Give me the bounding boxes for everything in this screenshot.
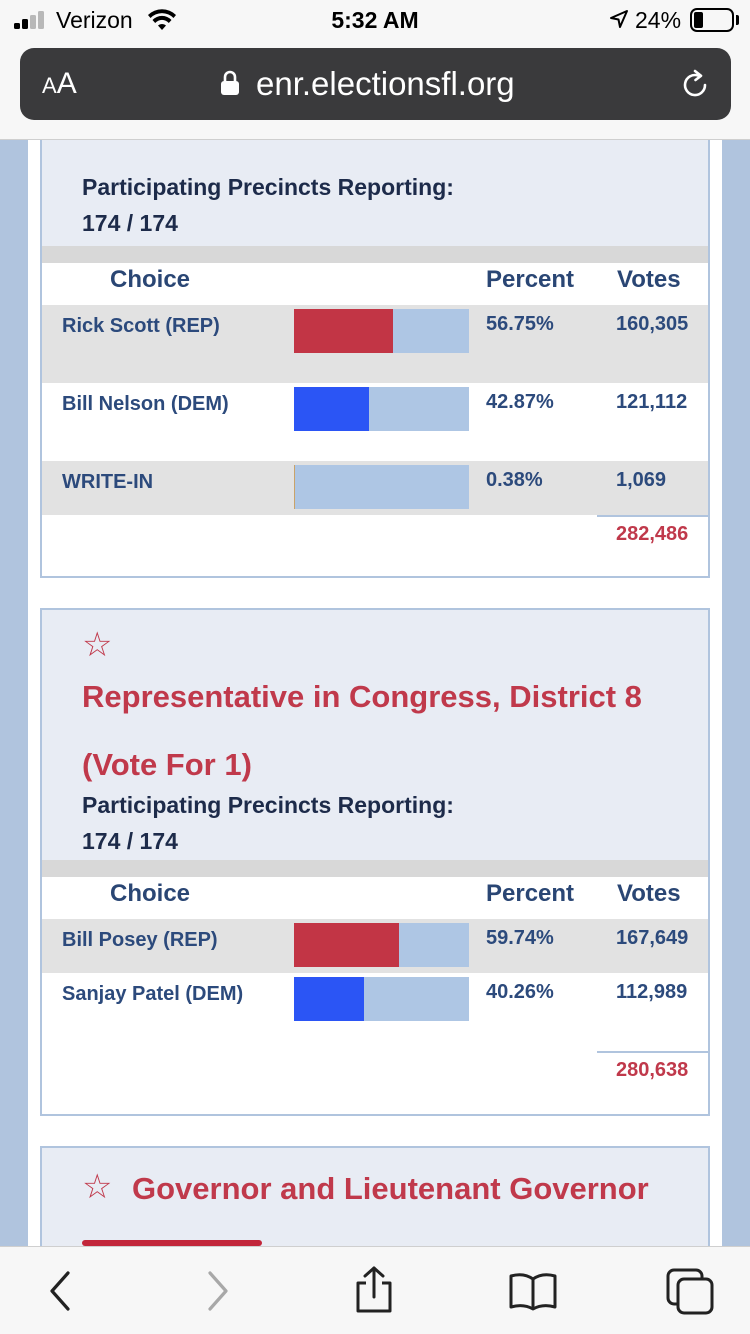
candidate-votes: 160,305 [616,313,689,335]
race-title: Governor and Lieutenant Governor [132,1171,649,1206]
precincts-label: Participating Precincts Reporting: [82,792,454,818]
vote-share-bar [294,309,469,353]
total-divider [597,515,708,517]
url-text[interactable]: enr.electionsfl.org [256,65,515,103]
race-card-us-senate: Participating Precincts Reporting: 174 /… [40,140,710,578]
race-card-governor: ☆ Governor and Lieutenant Governor [40,1146,710,1246]
tabs-icon[interactable] [664,1267,716,1317]
precincts-label: Participating Precincts Reporting: [82,174,454,200]
table-header: Choice Percent Votes [42,263,708,305]
header-votes: Votes [617,266,681,293]
chevron-right-icon[interactable] [200,1269,234,1313]
battery-cap [736,15,739,25]
table-row: Bill Posey (REP) 59.74% 167,649 [42,919,708,973]
star-outline-icon[interactable]: ☆ [82,628,112,662]
race-subtitle: (Vote For 1) [82,747,252,782]
total-row: 280,638 [42,1051,708,1114]
race-card-congress-district-8: ☆ Representative in Congress, District 8… [40,608,710,1116]
candidate-percent: 56.75% [486,313,554,335]
chevron-left-icon[interactable] [44,1269,78,1313]
candidate-name: Rick Scott (REP) [62,315,220,337]
candidate-name: Bill Posey (REP) [62,929,218,951]
candidate-percent: 59.74% [486,927,554,949]
race-title: Representative in Congress, District 8 [82,679,642,714]
vote-share-bar [294,387,469,431]
header-percent: Percent [486,266,575,293]
header-choice: Choice [110,880,191,907]
lock-icon [221,70,239,95]
vote-share-fill [294,923,399,967]
address-bar[interactable]: AA enr.electionsfl.org [20,48,731,120]
candidate-votes: 1,069 [616,469,667,491]
table-header: Choice Percent Votes [42,877,708,919]
vote-share-fill [294,977,364,1021]
header-choice: Choice [110,266,191,293]
header-votes: Votes [617,880,681,907]
table-row: WRITE-IN 0.38% 1,069 [42,461,708,515]
candidate-name: Bill Nelson (DEM) [62,393,229,415]
reload-icon[interactable] [678,68,712,102]
page-content: Participating Precincts Reporting: 174 /… [28,140,722,1246]
candidate-name: WRITE-IN [62,471,154,493]
vote-share-fill [294,465,295,509]
precincts-value: 174 / 174 [82,828,178,854]
table-divider [42,246,708,263]
candidate-percent: 40.26% [486,981,554,1003]
location-arrow-icon [610,10,628,28]
table-row: Bill Nelson (DEM) 42.87% 121,112 [42,383,708,461]
vote-share-bar [294,977,469,1021]
vote-share-fill [294,387,369,431]
text-size-button[interactable]: AA [42,67,77,101]
total-row: 282,486 [42,515,708,576]
table-row: Rick Scott (REP) 56.75% 160,305 [42,305,708,383]
table-divider [42,860,708,877]
status-bar: Verizon 5:32 AM 24% [0,0,750,40]
browser-toolbar [0,1246,750,1334]
table-row: Sanjay Patel (DEM) 40.26% 112,989 [42,973,708,1051]
header-percent: Percent [486,880,575,907]
total-divider [597,1051,708,1053]
vote-share-fill [294,309,393,353]
browser-top-chrome: Verizon 5:32 AM 24% AA enr.electionsfl.o… [0,0,750,140]
candidate-votes: 167,649 [616,927,689,949]
battery-icon [690,8,734,32]
vote-share-bar [294,465,469,509]
total-votes: 282,486 [616,523,689,545]
candidate-votes: 121,112 [616,391,688,413]
candidate-percent: 42.87% [486,391,554,413]
candidate-votes: 112,989 [616,981,688,1003]
book-icon[interactable] [508,1271,558,1311]
total-votes: 280,638 [616,1059,689,1081]
share-icon[interactable] [352,1265,396,1313]
battery-percent: 24% [635,7,682,33]
candidate-name: Sanjay Patel (DEM) [62,983,244,1005]
candidate-percent: 0.38% [486,469,543,491]
precincts-value: 174 / 174 [82,210,178,236]
vote-share-bar [294,923,469,967]
star-outline-icon[interactable]: ☆ [82,1170,112,1204]
